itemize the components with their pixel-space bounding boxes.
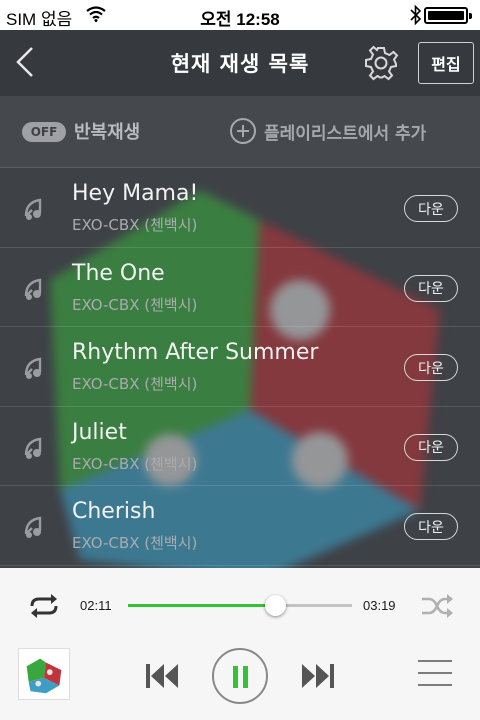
track-artist: EXO-CBX (첸백시): [72, 375, 198, 394]
playlist-screen: 현재 재생 목록 편집 OFF 반복재생 플레이리스트에서 추가 Hey Mam…: [0, 30, 480, 568]
repeat-icon[interactable]: [26, 592, 62, 620]
skip-next-icon[interactable]: [298, 658, 338, 694]
music-note-icon: [24, 357, 42, 380]
header-bar: 현재 재생 목록 편집: [0, 30, 480, 96]
hamburger-icon[interactable]: [418, 660, 452, 690]
menu-line: [418, 684, 452, 686]
repeat-toggle[interactable]: OFF: [22, 122, 66, 142]
track-title: Rhythm After Summer: [72, 340, 319, 366]
menu-line: [418, 660, 452, 662]
track-title: Juliet: [72, 419, 127, 445]
skip-previous-icon[interactable]: [142, 658, 182, 694]
download-button[interactable]: 다운: [404, 433, 458, 461]
track-row[interactable]: Juliet EXO-CBX (첸백시) 다운: [0, 407, 480, 487]
elapsed-time: 02:11: [80, 598, 112, 613]
music-note-icon: [24, 198, 42, 220]
progress-fill: [128, 604, 276, 607]
progress-slider[interactable]: [128, 595, 352, 616]
album-thumbnail[interactable]: [18, 648, 70, 700]
shuffle-icon[interactable]: [420, 592, 454, 620]
track-row[interactable]: Cherish EXO-CBX (첸백시) 다운: [0, 486, 480, 566]
add-from-playlist-label: 플레이리스트에서 추가: [264, 123, 427, 144]
progress-knob[interactable]: [265, 595, 287, 616]
track-title: Hey Mama!: [72, 181, 199, 206]
track-artist: EXO-CBX (첸백시): [72, 295, 198, 314]
gear-icon[interactable]: [362, 44, 400, 82]
player-controls: 02:11 03:19: [0, 568, 480, 720]
track-row[interactable]: Rhythm After Summer EXO-CBX (첸백시) 다운: [0, 327, 480, 407]
music-note-icon: [24, 516, 42, 539]
music-note-icon: [24, 278, 42, 300]
status-bar: SIM 없음 오전 12:58: [0, 0, 480, 30]
download-button[interactable]: 다운: [404, 195, 458, 222]
edit-button[interactable]: 편집: [418, 42, 474, 84]
track-artist: EXO-CBX (첸백시): [72, 216, 198, 234]
track-list: Hey Mama! EXO-CBX (첸백시) 다운 The One EXO-C…: [0, 168, 480, 566]
repeat-label: 반복재생: [74, 122, 141, 143]
clock: 오전 12:58: [200, 10, 280, 29]
add-from-playlist-button[interactable]: 플레이리스트에서 추가: [230, 116, 426, 146]
page-title: 현재 재생 목록: [170, 52, 310, 76]
download-button[interactable]: 다운: [404, 274, 458, 302]
battery-icon: [424, 7, 472, 24]
bluetooth-icon: [410, 4, 422, 26]
track-row[interactable]: Hey Mama! EXO-CBX (첸백시) 다운: [0, 168, 480, 248]
playlist-toolbar: OFF 반복재생 플레이리스트에서 추가: [0, 96, 480, 168]
track-title: The One: [72, 260, 165, 286]
download-button[interactable]: 다운: [404, 513, 458, 541]
pause-button[interactable]: [212, 648, 268, 704]
total-time: 03:19: [363, 598, 396, 613]
plus-circle-icon: [230, 118, 256, 144]
menu-line: [418, 672, 452, 674]
track-title: Cherish: [72, 499, 156, 525]
track-artist: EXO-CBX (첸백시): [72, 454, 198, 473]
track-artist: EXO-CBX (첸백시): [72, 534, 198, 553]
track-row[interactable]: The One EXO-CBX (첸백시) 다운: [0, 248, 480, 328]
music-note-icon: [24, 437, 42, 459]
download-button[interactable]: 다운: [404, 354, 458, 382]
